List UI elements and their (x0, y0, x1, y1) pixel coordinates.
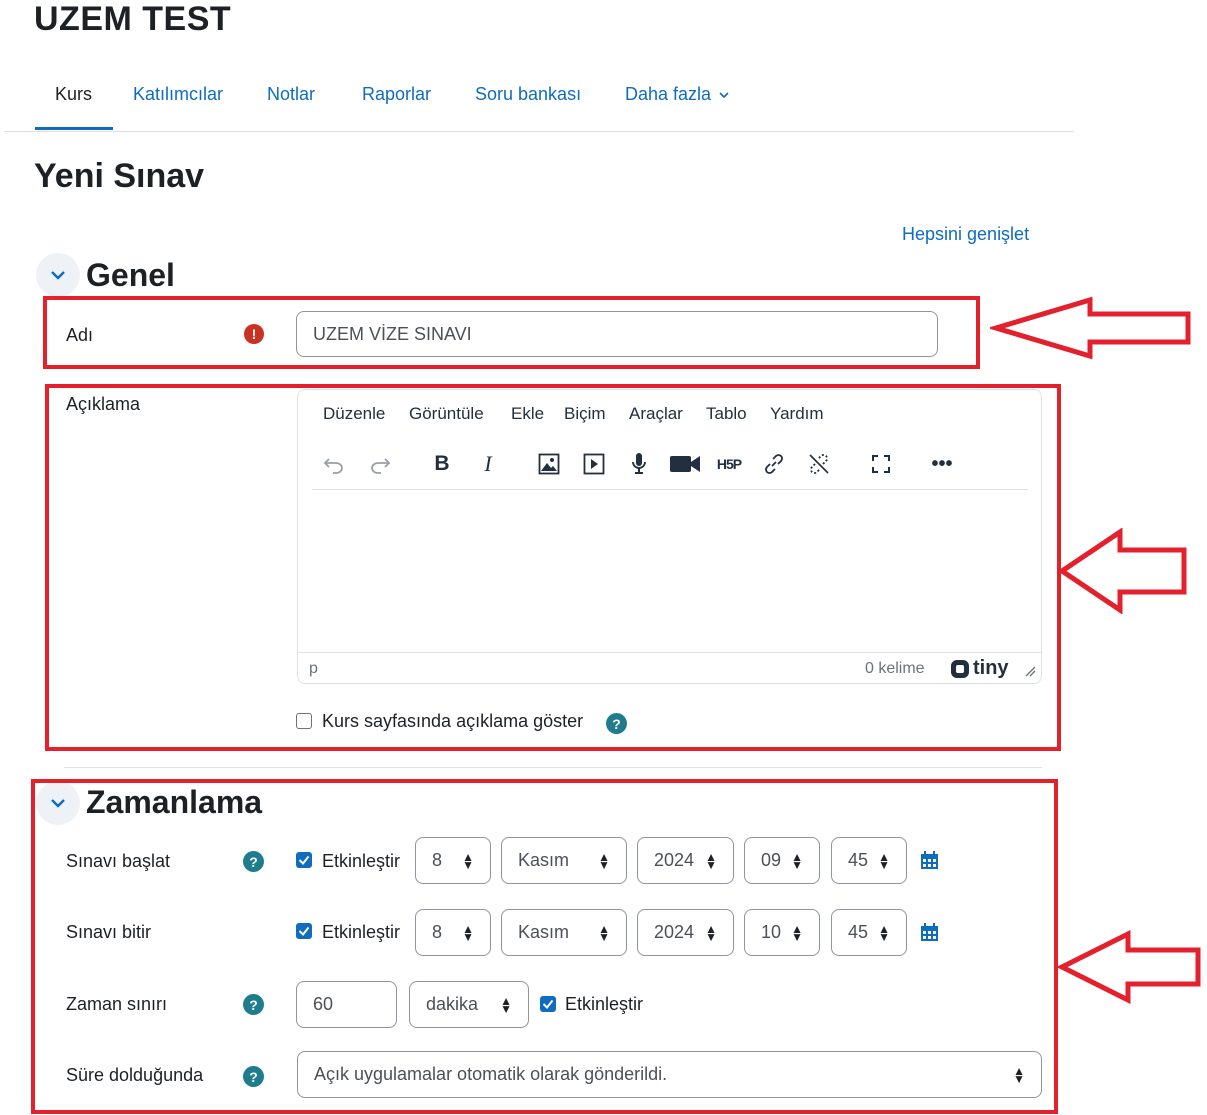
annotation-box-name (43, 296, 980, 369)
active-tab-indicator (35, 127, 113, 130)
section-separator (64, 767, 1042, 768)
annotation-arrow-icon (1056, 930, 1201, 1004)
tab-katilimcilar[interactable]: Katılımcılar (133, 84, 223, 105)
chevron-down-icon (719, 92, 729, 99)
tab-daha-fazla-label: Daha fazla (625, 84, 712, 104)
tab-notlar[interactable]: Notlar (267, 84, 315, 105)
annotation-box-description (45, 384, 1061, 751)
tab-raporlar[interactable]: Raporlar (362, 84, 431, 105)
expand-all-link[interactable]: Hepsini genişlet (902, 224, 1029, 245)
course-nav: Kurs Katılımcılar Notlar Raporlar Soru b… (4, 68, 1074, 132)
tab-soru-bankasi[interactable]: Soru bankası (475, 84, 581, 105)
tab-daha-fazla[interactable]: Daha fazla (625, 84, 729, 105)
annotation-arrow-icon (1057, 528, 1187, 614)
page-title: Yeni Sınav (34, 157, 205, 195)
annotation-arrow-icon (990, 296, 1191, 360)
tab-kurs[interactable]: Kurs (55, 84, 92, 105)
chevron-down-icon (51, 271, 65, 280)
course-title: UZEM TEST (34, 0, 232, 38)
section-toggle-genel[interactable] (36, 253, 80, 297)
section-title-genel: Genel (86, 257, 175, 293)
annotation-box-timing (31, 779, 1058, 1114)
